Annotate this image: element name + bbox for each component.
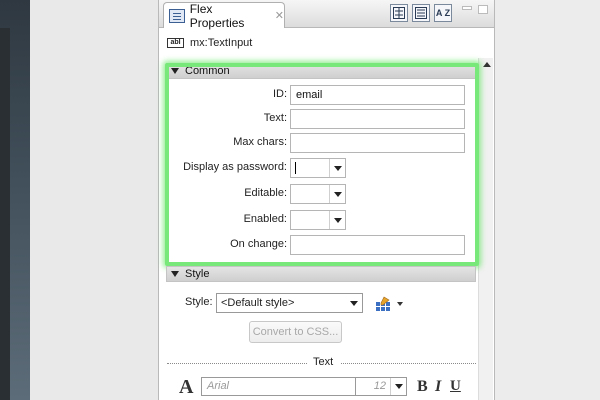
font-icon: A: [179, 376, 194, 398]
max-chars-row: Max chars:: [159, 133, 479, 153]
categories-view-button[interactable]: [390, 4, 408, 22]
underline-button[interactable]: U: [450, 378, 461, 395]
workspace-background: [495, 0, 600, 400]
sort-alpha-button[interactable]: A Z: [434, 4, 452, 22]
enabled-row: Enabled:: [159, 210, 479, 230]
dropdown-button[interactable]: [329, 159, 345, 177]
font-size-value: 12: [373, 380, 386, 392]
collapse-triangle-icon: [171, 271, 179, 277]
style-select-value: <Default style>: [221, 297, 295, 309]
bold-button[interactable]: B: [417, 378, 428, 396]
italic-button[interactable]: I: [435, 378, 441, 396]
enabled-label: Enabled:: [243, 213, 287, 225]
style-select[interactable]: <Default style>: [216, 293, 363, 313]
collapse-triangle-icon: [171, 68, 179, 74]
max-chars-input[interactable]: [290, 133, 465, 153]
enabled-select[interactable]: [290, 210, 346, 230]
editable-select[interactable]: [290, 184, 346, 204]
text-input[interactable]: [290, 109, 465, 129]
id-label: ID:: [272, 88, 287, 100]
text-label: Text:: [263, 112, 287, 124]
text-input-icon: abI: [167, 38, 184, 48]
font-size-select[interactable]: 12: [355, 377, 407, 396]
style-label: Style:: [185, 296, 213, 308]
text-separator-label: Text: [311, 356, 336, 368]
component-type-name: mx:TextInput: [190, 37, 253, 49]
style-section-title: Style: [185, 268, 210, 280]
editor-area: [0, 0, 158, 400]
display-as-password-row: Display as password:: [159, 158, 479, 178]
editable-row: Editable:: [159, 184, 479, 204]
chevron-down-icon: [394, 384, 403, 389]
chevron-down-icon: [333, 217, 342, 223]
on-change-label: On change:: [230, 238, 287, 250]
max-chars-label: Max chars:: [233, 136, 287, 148]
list-view-icon: [415, 7, 427, 19]
dropdown-button[interactable]: [329, 211, 345, 229]
chevron-down-icon: [333, 191, 342, 197]
divider-left: [167, 363, 307, 364]
panel-tabbar: Flex Properties ✕ A Z: [159, 0, 494, 30]
categories-view-icon: [393, 7, 405, 19]
dropdown-button[interactable]: [346, 294, 362, 312]
sort-alpha-icon: A Z: [435, 8, 451, 18]
id-row: ID:: [159, 85, 479, 105]
tab-flex-properties[interactable]: Flex Properties ✕: [163, 1, 285, 30]
edit-style-icon[interactable]: [375, 296, 391, 312]
list-view-button[interactable]: [412, 4, 430, 22]
chevron-down-icon[interactable]: [397, 302, 403, 306]
style-section-header[interactable]: Style: [166, 266, 476, 282]
chevron-down-icon: [333, 165, 342, 171]
common-section-title: Common: [185, 65, 230, 77]
text-row: Text:: [159, 109, 479, 129]
text-caret: [295, 162, 296, 174]
properties-icon: [169, 8, 185, 23]
dropdown-button[interactable]: [329, 185, 345, 203]
divider-right: [341, 363, 476, 364]
on-change-row: On change:: [159, 235, 479, 255]
font-family-value: Arial: [207, 380, 230, 392]
properties-scrollbar[interactable]: [478, 58, 493, 400]
id-input[interactable]: [290, 85, 465, 105]
display-as-password-label: Display as password:: [183, 161, 287, 173]
dropdown-button[interactable]: [390, 378, 406, 395]
editable-label: Editable:: [244, 187, 287, 199]
maximize-icon[interactable]: [478, 5, 488, 14]
on-change-input[interactable]: [290, 235, 465, 255]
flex-properties-panel: Flex Properties ✕ A Z abI mx:TextInput C…: [158, 0, 495, 400]
font-family-select[interactable]: Arial: [201, 377, 374, 396]
editor-canvas: [0, 0, 30, 400]
common-section-header[interactable]: Common: [166, 63, 476, 79]
close-icon[interactable]: ✕: [275, 9, 284, 22]
minimize-icon[interactable]: [462, 6, 472, 10]
display-as-password-select[interactable]: [290, 158, 346, 178]
tab-label: Flex Properties: [189, 1, 245, 30]
editor-canvas-edge: [0, 28, 10, 400]
convert-to-css-button[interactable]: Convert to CSS...: [249, 321, 342, 343]
chevron-down-icon: [350, 300, 358, 306]
editor-canvas-margin: [30, 0, 158, 400]
scroll-up-icon[interactable]: [483, 62, 491, 67]
component-type-row: abI mx:TextInput: [167, 34, 252, 52]
